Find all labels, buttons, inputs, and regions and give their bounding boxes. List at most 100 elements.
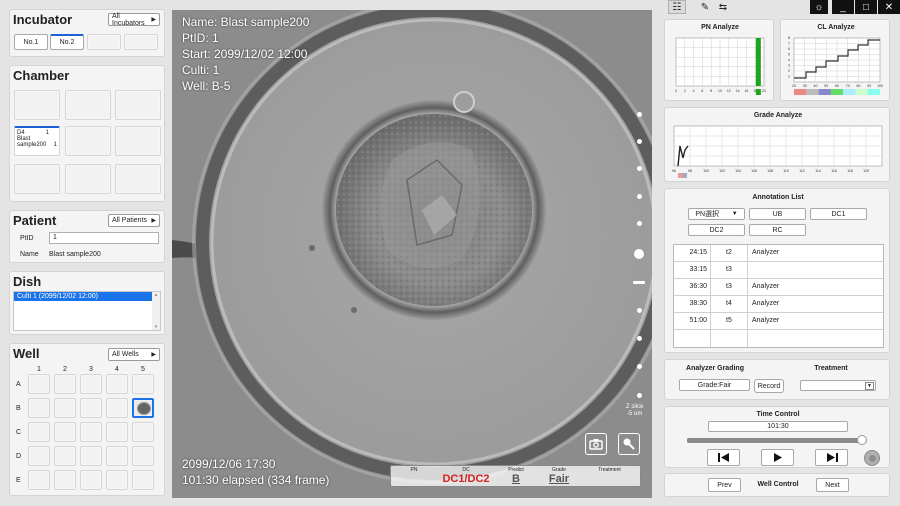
annotation-row[interactable]: 24:15 t2 Analyzer — [674, 245, 883, 262]
step-back-button[interactable] — [707, 449, 740, 466]
brightness-icon[interactable]: ☼ — [810, 0, 828, 14]
patient-name-label: Name — [20, 251, 39, 258]
annotation-row[interactable]: 36:30 t3 Analyzer — [674, 279, 883, 296]
annotation-rc-button[interactable]: RC — [749, 224, 806, 236]
play-button[interactable] — [761, 449, 794, 466]
scroll-up-icon[interactable]: ▴ — [152, 292, 160, 298]
chamber-slot-9[interactable] — [115, 164, 161, 194]
z-slice-dot[interactable] — [637, 308, 642, 313]
patient-filter-dropdown[interactable]: All Patients ▶ — [108, 214, 160, 227]
annotation-row[interactable]: 33:15 t3 — [674, 262, 883, 279]
chamber-slot-7[interactable] — [14, 164, 60, 194]
well-filter-dropdown[interactable]: All Wells ▶ — [108, 348, 160, 361]
chamber-slot-8[interactable] — [65, 164, 111, 194]
cl-x-tick: 90 — [867, 84, 871, 88]
well-D5[interactable] — [132, 446, 154, 466]
incubator-slot-3[interactable] — [87, 34, 121, 50]
well-A5[interactable] — [132, 374, 154, 394]
status-bar: PN DC Predict Grade Treatment DC1/DC2 B … — [390, 465, 641, 487]
pen-icon[interactable]: ✎ — [696, 0, 714, 14]
ptid-field[interactable]: 1 — [49, 232, 159, 244]
record-indicator[interactable] — [864, 450, 880, 466]
well-D1[interactable] — [28, 446, 50, 466]
z-slice-dot[interactable] — [637, 112, 642, 117]
time-slider[interactable] — [687, 435, 867, 445]
well-A1[interactable] — [28, 374, 50, 394]
cl-color-band — [830, 89, 844, 95]
incubator-no2-button[interactable]: No.2 — [50, 34, 84, 50]
prev-button[interactable]: Prev — [708, 478, 741, 492]
list-icon[interactable]: ☷ — [668, 0, 686, 14]
minimize-icon[interactable]: _ — [832, 0, 854, 14]
well-C2[interactable] — [54, 422, 76, 442]
z-slice-current[interactable] — [634, 249, 644, 259]
well-B5[interactable] — [132, 398, 154, 418]
incubator-no1-label: No.1 — [23, 38, 39, 46]
incubator-filter-dropdown[interactable]: All Incubators ▶ — [108, 13, 160, 27]
annotation-row[interactable]: 51:00 t5 Analyzer — [674, 313, 883, 330]
z-slice-dot[interactable] — [637, 221, 642, 226]
well-C5[interactable] — [132, 422, 154, 442]
well-B2[interactable] — [54, 398, 76, 418]
time-slider-thumb[interactable] — [856, 435, 867, 445]
time-value-field[interactable]: 101:30 — [708, 421, 848, 432]
chamber-slot-1[interactable] — [14, 90, 60, 120]
grade-band — [682, 173, 687, 178]
chamber-slot-active[interactable]: D4 1 Blast sample200 1 — [14, 126, 60, 156]
chamber-slot-3[interactable] — [115, 90, 161, 120]
dish-scrollbar[interactable]: ▴ ▾ — [152, 292, 160, 330]
well-A2[interactable] — [54, 374, 76, 394]
well-E1[interactable] — [28, 470, 50, 490]
camera-icon — [589, 439, 603, 450]
step-forward-button[interactable] — [815, 449, 848, 466]
well-E5[interactable] — [132, 470, 154, 490]
z-slice-dot[interactable] — [637, 364, 642, 369]
well-E3[interactable] — [80, 470, 102, 490]
z-slice-dot[interactable] — [637, 139, 642, 144]
dish-list[interactable]: Culti 1 (2099/12/02 12:00) ▴ ▾ — [13, 291, 161, 331]
well-E2[interactable] — [54, 470, 76, 490]
annotation-dc2-button[interactable]: DC2 — [688, 224, 745, 236]
well-B4[interactable] — [106, 398, 128, 418]
chamber-slot-6[interactable] — [115, 126, 161, 156]
well-B3[interactable] — [80, 398, 102, 418]
well-C1[interactable] — [28, 422, 50, 442]
well-D4[interactable] — [106, 446, 128, 466]
annotation-dc1-button[interactable]: DC1 — [810, 208, 867, 220]
treatment-select[interactable]: ▼ — [800, 380, 876, 391]
z-slice-dot[interactable] — [637, 166, 642, 171]
dish-list-item-selected[interactable]: Culti 1 (2099/12/02 12:00) — [14, 292, 152, 301]
annotation-table[interactable]: 24:15 t2 Analyzer 33:15 t3 36:30 t3 Anal… — [673, 244, 884, 348]
record-button[interactable]: Record — [754, 379, 784, 393]
chamber-slot-5[interactable] — [65, 126, 111, 156]
well-C3[interactable] — [80, 422, 102, 442]
tool-button[interactable] — [618, 433, 640, 455]
well-E4[interactable] — [106, 470, 128, 490]
close-icon[interactable]: ✕ — [878, 0, 900, 14]
z-slice-marker[interactable] — [633, 281, 645, 284]
well-B1[interactable] — [28, 398, 50, 418]
viewer-timestamp: 2099/12/06 17:30 101:30 elapsed (334 fra… — [182, 456, 329, 488]
maximize-icon[interactable]: □ — [855, 0, 877, 14]
well-D2[interactable] — [54, 446, 76, 466]
well-C4[interactable] — [106, 422, 128, 442]
well-A4[interactable] — [106, 374, 128, 394]
grade-value-field[interactable]: Grade:Fair — [679, 379, 750, 391]
well-D3[interactable] — [80, 446, 102, 466]
chamber-slot-2[interactable] — [65, 90, 111, 120]
scroll-down-icon[interactable]: ▾ — [152, 324, 160, 330]
well-A3[interactable] — [80, 374, 102, 394]
z-slice-dot[interactable] — [637, 194, 642, 199]
annotation-ub-button[interactable]: UB — [749, 208, 806, 220]
z-slice-dot[interactable] — [637, 393, 642, 398]
incubator-no1-button[interactable]: No.1 — [14, 34, 48, 50]
embryo-viewer[interactable]: Name: Blast sample200 PtID: 1 Start: 209… — [172, 10, 652, 498]
well-col-label: 4 — [115, 366, 119, 373]
swap-icon[interactable]: ⇆ — [714, 0, 732, 14]
next-button[interactable]: Next — [816, 478, 849, 492]
pn-select-dropdown[interactable]: PN選択 ▼ — [688, 208, 745, 220]
annotation-row[interactable]: 38:30 t4 Analyzer — [674, 296, 883, 313]
z-slice-dot[interactable] — [637, 336, 642, 341]
incubator-slot-4[interactable] — [124, 34, 158, 50]
camera-button[interactable] — [585, 433, 607, 455]
